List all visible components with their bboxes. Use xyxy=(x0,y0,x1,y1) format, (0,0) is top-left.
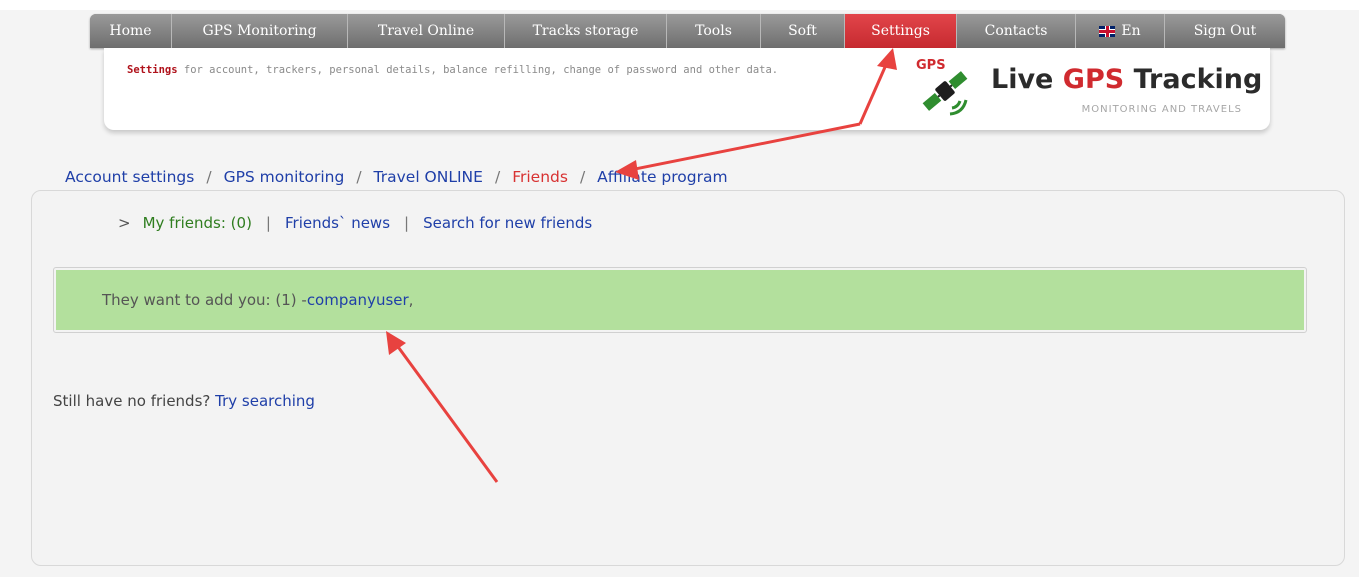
nav-home[interactable]: Home xyxy=(90,14,172,48)
nav-travel-online-label: Travel Online xyxy=(377,23,475,39)
breadcrumb-separator: / xyxy=(579,168,586,186)
breadcrumb-travel-online[interactable]: Travel ONLINE xyxy=(374,168,483,186)
breadcrumb-gps-monitoring[interactable]: GPS monitoring xyxy=(224,168,345,186)
nav-tools[interactable]: Tools xyxy=(667,14,761,48)
breadcrumb-separator: / xyxy=(494,168,501,186)
logo-title-part-3: Tracking xyxy=(1124,64,1263,95)
breadcrumb: Account settings / GPS monitoring / Travel O… xyxy=(65,168,728,186)
subnav-separator: | xyxy=(265,214,271,232)
friend-request-user-link[interactable]: companyuser xyxy=(307,291,409,309)
nav-soft[interactable]: Soft xyxy=(761,14,845,48)
nav-home-label: Home xyxy=(109,23,152,39)
main-nav: Home GPS Monitoring Travel Online Tracks… xyxy=(90,14,1285,48)
breadcrumb-separator: / xyxy=(356,168,362,186)
friend-request-text: They want to add you: (1) - xyxy=(102,291,307,309)
nav-contacts[interactable]: Contacts xyxy=(957,14,1076,48)
logo-title: Live GPS Tracking xyxy=(991,64,1262,95)
nav-gps-monitoring-label: GPS Monitoring xyxy=(202,23,317,39)
gps-satellite-logo-icon xyxy=(922,71,968,116)
subnav-marker: > xyxy=(118,214,131,232)
nav-tracks-storage[interactable]: Tracks storage xyxy=(505,14,667,48)
uk-flag-icon xyxy=(1099,25,1116,37)
top-strip xyxy=(0,0,1359,10)
nav-tracks-storage-label: Tracks storage xyxy=(532,23,639,39)
nav-soft-label: Soft xyxy=(788,23,817,39)
nav-language[interactable]: En xyxy=(1076,14,1165,48)
friend-request-notice-body: They want to add you: (1) - companyuser, xyxy=(56,270,1304,330)
header-panel: Settings for account, trackers, personal… xyxy=(104,48,1270,130)
logo-title-part-1: Live xyxy=(991,64,1063,95)
nav-gps-monitoring[interactable]: GPS Monitoring xyxy=(172,14,348,48)
header-description-rest: for account, trackers, personal details,… xyxy=(177,64,779,76)
nav-settings[interactable]: Settings xyxy=(845,14,957,48)
nav-contacts-label: Contacts xyxy=(984,23,1048,39)
no-friends-message: Still have no friends? Try searching xyxy=(53,392,315,410)
subnav-my-friends[interactable]: My friends: (0) xyxy=(143,214,252,232)
nav-tools-label: Tools xyxy=(695,23,732,39)
breadcrumb-affiliate-program[interactable]: Affiliate program xyxy=(597,168,727,186)
nav-language-label: En xyxy=(1121,23,1141,39)
nav-settings-label: Settings xyxy=(871,23,930,39)
annotation-arrow-icon xyxy=(629,122,861,172)
friends-content-panel: > My friends: (0) | Friends` news | Search fo… xyxy=(31,190,1345,566)
subnav-search-friends[interactable]: Search for new friends xyxy=(423,214,592,232)
header-description-bold: Settings xyxy=(127,64,178,76)
header-description: Settings for account, trackers, personal… xyxy=(127,64,778,76)
try-searching-link[interactable]: Try searching xyxy=(215,392,315,410)
nav-travel-online[interactable]: Travel Online xyxy=(348,14,505,48)
logo-subtitle: MONITORING AND TRAVELS xyxy=(1081,104,1242,115)
breadcrumb-account-settings[interactable]: Account settings xyxy=(65,168,194,186)
subnav-friends-news[interactable]: Friends` news xyxy=(285,214,390,232)
nav-sign-out[interactable]: Sign Out xyxy=(1165,14,1285,48)
no-friends-text: Still have no friends? xyxy=(53,392,216,410)
friend-request-notice: They want to add you: (1) - companyuser, xyxy=(53,267,1307,333)
site-logo[interactable]: GPS Live GPS Tracking MONITORING AND TRA… xyxy=(914,56,1262,120)
breadcrumb-separator: / xyxy=(206,168,212,186)
breadcrumb-friends[interactable]: Friends xyxy=(512,168,568,186)
nav-sign-out-label: Sign Out xyxy=(1193,23,1257,39)
logo-title-part-2: GPS xyxy=(1062,64,1125,95)
friends-subnav: > My friends: (0) | Friends` news | Search fo… xyxy=(118,214,592,232)
friend-request-suffix: , xyxy=(408,291,414,309)
subnav-separator: | xyxy=(404,214,410,232)
